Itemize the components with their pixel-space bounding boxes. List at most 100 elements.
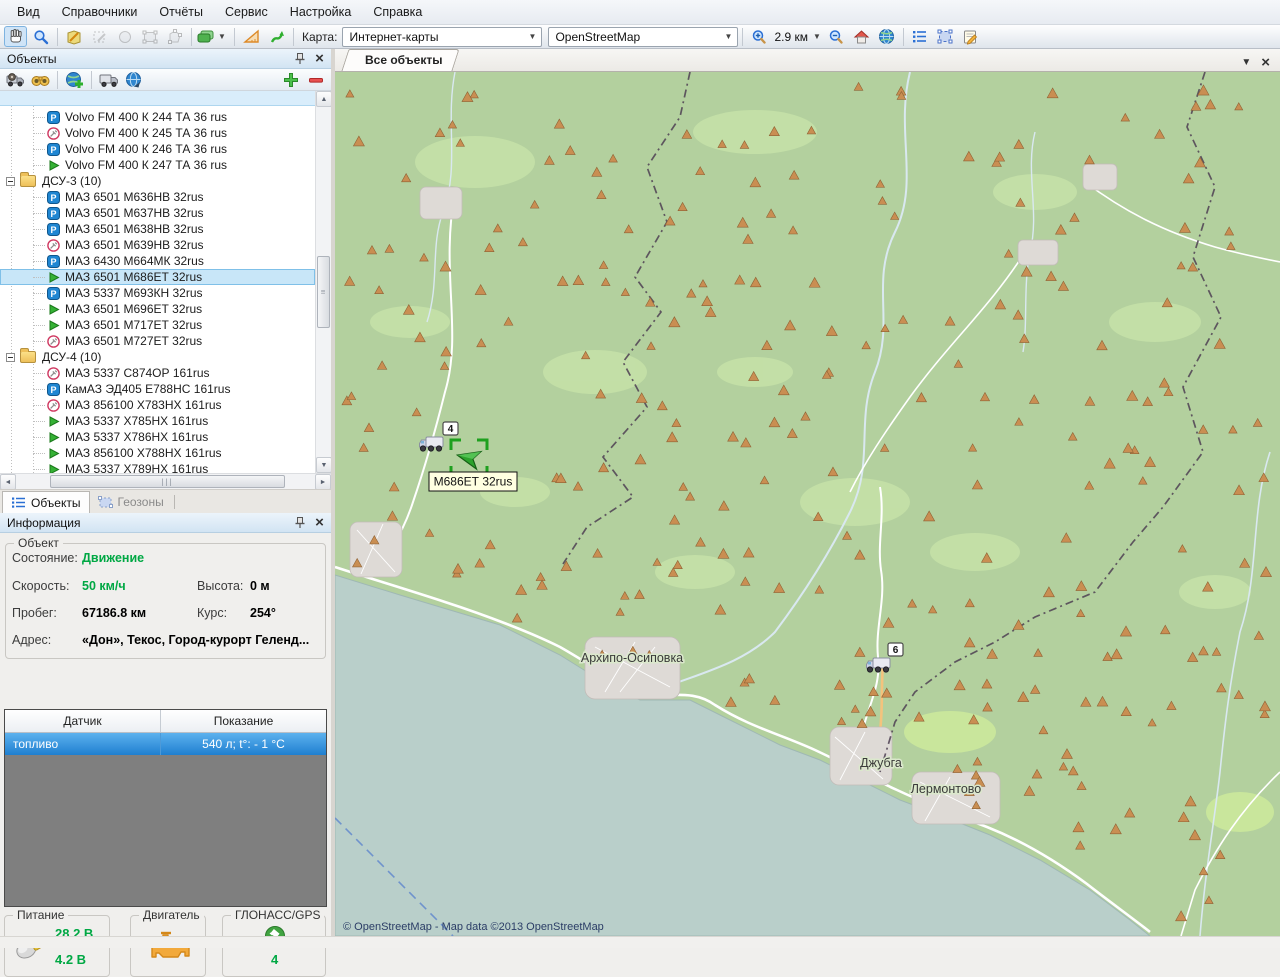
search-objects-button[interactable] bbox=[29, 69, 52, 90]
tree-group[interactable]: ДСУ-4 (10) bbox=[0, 349, 315, 365]
internet-map-button[interactable] bbox=[875, 26, 898, 47]
pin-button[interactable] bbox=[291, 515, 308, 531]
expander-icon[interactable] bbox=[6, 177, 15, 186]
scroll-up-button[interactable]: ▲ bbox=[316, 91, 332, 107]
course-label: Курс: bbox=[197, 606, 227, 620]
edit-selection-button[interactable] bbox=[88, 26, 111, 47]
tree-item-label: МАЗ 856100 Х783НХ 161rus bbox=[65, 398, 222, 412]
route-button[interactable] bbox=[265, 26, 288, 47]
close-objects-button[interactable]: × bbox=[311, 51, 328, 67]
tree-group-label: ДСУ-3 (10) bbox=[42, 174, 101, 188]
tree-item[interactable]: МАЗ 6501 М686ЕТ 32rus bbox=[0, 269, 315, 285]
draw-rectangle-button[interactable] bbox=[138, 26, 161, 47]
map-viewport[interactable]: Архипо-Осиповка Джубга Лермонтово 6 bbox=[335, 72, 1280, 936]
course-value: 254° bbox=[250, 606, 276, 620]
pan-tool-button[interactable] bbox=[4, 26, 27, 47]
follow-vehicle-button[interactable] bbox=[4, 69, 27, 90]
tab-geozones[interactable]: Геозоны bbox=[90, 491, 172, 513]
vscroll-thumb[interactable]: ≡ bbox=[317, 256, 330, 328]
draw-polygon-button[interactable] bbox=[163, 26, 186, 47]
remove-object-button[interactable] bbox=[304, 69, 327, 90]
menu-настройка[interactable]: Настройка bbox=[279, 2, 363, 22]
menu-справочники[interactable]: Справочники bbox=[51, 2, 149, 22]
hscroll-thumb[interactable]: ||| bbox=[50, 475, 285, 488]
edit-map-button[interactable] bbox=[63, 26, 86, 47]
tree-item[interactable]: МАЗ 5337 Х789НХ 161rus bbox=[0, 461, 315, 473]
tree-item[interactable]: МАЗ 5337 Х785НХ 161rus bbox=[0, 413, 315, 429]
sensors-table: Датчик Показание топливо 540 л; t°: - 1 … bbox=[4, 709, 327, 907]
address-value: «Дон», Текос, Город-курорт Геленд... bbox=[82, 633, 325, 647]
scroll-down-button[interactable]: ▼ bbox=[316, 457, 332, 473]
zoom-in-button[interactable] bbox=[748, 26, 771, 47]
tree-partial-row[interactable] bbox=[0, 91, 315, 106]
menu-сервис[interactable]: Сервис bbox=[214, 2, 279, 22]
tab-list-dropdown[interactable]: ▼ bbox=[1241, 57, 1251, 68]
tab-objects[interactable]: Объекты bbox=[2, 491, 90, 513]
tab-all-objects[interactable]: Все объекты bbox=[345, 49, 456, 71]
show-on-map-button[interactable] bbox=[122, 69, 145, 90]
info-panel-header: Информация × bbox=[0, 513, 331, 533]
moving-status-icon bbox=[47, 271, 60, 284]
tree-item[interactable]: PМАЗ 6501 М637НВ 32rus bbox=[0, 205, 315, 221]
tree-item[interactable]: PМАЗ 6501 М636НВ 32rus bbox=[0, 189, 315, 205]
tree-item[interactable]: PVolvo FM 400 К 244 ТА 36 rus bbox=[0, 109, 315, 125]
tree-item-label: КамАЗ ЭД405 Е788НС 161rus bbox=[65, 382, 230, 396]
scale-dropdown-arrow[interactable]: ▼ bbox=[813, 32, 821, 41]
layers-dropdown-arrow: ▼ bbox=[218, 32, 226, 41]
add-map-object-button[interactable] bbox=[63, 69, 86, 90]
tree-item[interactable]: МАЗ 6501 М717ЕТ 32rus bbox=[0, 317, 315, 333]
tree-item[interactable]: МАЗ 6501 М696ЕТ 32rus bbox=[0, 301, 315, 317]
tree-horizontal-scrollbar[interactable]: ◄ ► ||| bbox=[0, 473, 331, 489]
tree-item[interactable]: PМАЗ 5337 М693КН 32rus bbox=[0, 285, 315, 301]
tree-item[interactable]: Volvo FM 400 К 245 ТА 36 rus bbox=[0, 125, 315, 141]
sensor-row[interactable]: топливо 540 л; t°: - 1 °C bbox=[5, 733, 326, 755]
home-view-button[interactable] bbox=[850, 26, 873, 47]
state-label: Состояние: bbox=[12, 551, 78, 565]
map-canvas[interactable]: Архипо-Осиповка Джубга Лермонтово 6 bbox=[335, 72, 1280, 936]
objects-tree[interactable]: PVolvo FM 400 К 244 ТА 36 rusVolvo FM 40… bbox=[0, 91, 315, 473]
zoom-out-button[interactable] bbox=[825, 26, 848, 47]
svg-text:P: P bbox=[50, 289, 56, 299]
tree-item[interactable]: PКамАЗ ЭД405 Е788НС 161rus bbox=[0, 381, 315, 397]
minus-icon bbox=[308, 72, 324, 88]
map-source-combobox[interactable]: Интернет-карты ▼ bbox=[342, 27, 542, 47]
tree-item[interactable]: МАЗ 6501 М727ЕТ 32rus bbox=[0, 333, 315, 349]
pin-button[interactable] bbox=[291, 51, 308, 67]
tree-item[interactable]: PVolvo FM 400 К 246 ТА 36 rus bbox=[0, 141, 315, 157]
tree-item[interactable]: МАЗ 5337 С874ОР 161rus bbox=[0, 365, 315, 381]
tree-group[interactable]: ДСУ-3 (10) bbox=[0, 173, 315, 189]
zoom-select-button[interactable] bbox=[29, 26, 52, 47]
tree-item[interactable]: МАЗ 856100 Х783НХ 161rus bbox=[0, 397, 315, 413]
scroll-left-button[interactable]: ◄ bbox=[0, 474, 16, 490]
close-info-button[interactable]: × bbox=[311, 515, 328, 531]
sensors-table-header: Датчик Показание bbox=[5, 710, 326, 733]
add-object-button[interactable] bbox=[279, 69, 302, 90]
menu-отчёты[interactable]: Отчёты bbox=[148, 2, 214, 22]
legend-list-button[interactable] bbox=[909, 26, 932, 47]
parking-status-icon: P bbox=[47, 207, 60, 220]
expander-icon[interactable] bbox=[6, 353, 15, 362]
tree-item[interactable]: МАЗ 6501 М639НВ 32rus bbox=[0, 237, 315, 253]
tree-vertical-scrollbar[interactable]: ▲ ▼ ≡ bbox=[315, 91, 331, 473]
close-map-tab-button[interactable]: × bbox=[1261, 54, 1270, 71]
layers-button[interactable]: ▼ bbox=[197, 26, 229, 47]
notes-button[interactable] bbox=[959, 26, 982, 47]
tree-item[interactable]: Volvo FM 400 К 247 ТА 36 rus bbox=[0, 157, 315, 173]
show-vehicle-button[interactable] bbox=[97, 69, 120, 90]
geozones-button[interactable] bbox=[934, 26, 957, 47]
tree-item[interactable]: PМАЗ 6501 М638НВ 32rus bbox=[0, 221, 315, 237]
map-provider-combobox[interactable]: OpenStreetMap ▼ bbox=[548, 27, 738, 47]
measure-triangle-icon bbox=[243, 29, 260, 44]
tree-item[interactable]: МАЗ 856100 Х788НХ 161rus bbox=[0, 445, 315, 461]
magnifier-icon bbox=[33, 29, 49, 45]
measure-button[interactable] bbox=[240, 26, 263, 47]
tree-item[interactable]: МАЗ 5337 Х786НХ 161rus bbox=[0, 429, 315, 445]
scroll-right-button[interactable]: ► bbox=[315, 474, 331, 490]
draw-circle-button[interactable] bbox=[113, 26, 136, 47]
tree-item[interactable]: PМАЗ 6430 М664МК 32rus bbox=[0, 253, 315, 269]
svg-text:P: P bbox=[50, 145, 56, 155]
layers-icon bbox=[197, 29, 215, 44]
combo-arrow-icon: ▼ bbox=[524, 32, 542, 41]
menu-вид[interactable]: Вид bbox=[6, 2, 51, 22]
menu-справка[interactable]: Справка bbox=[362, 2, 433, 22]
